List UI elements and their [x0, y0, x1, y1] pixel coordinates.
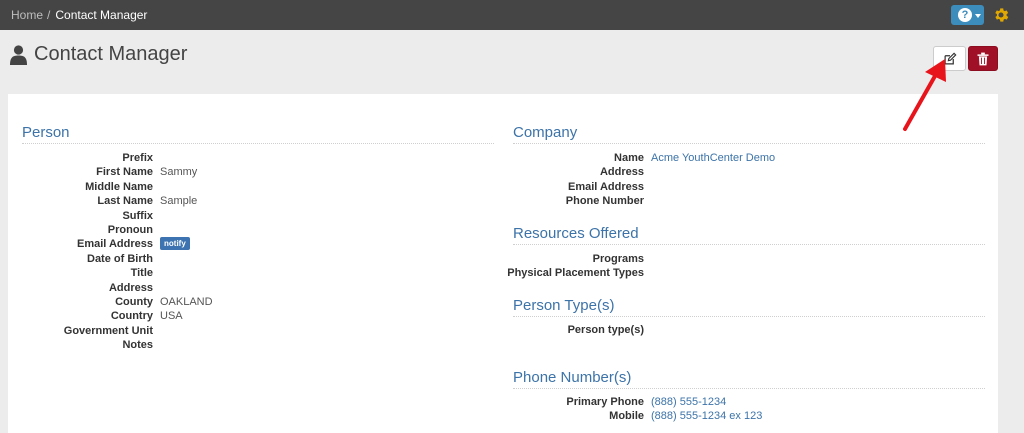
field-value: USA	[160, 310, 183, 323]
breadcrumb-home-link[interactable]: Home	[11, 8, 43, 22]
field-value: notify	[160, 237, 190, 251]
resources-section-title: Resources Offered	[513, 225, 639, 242]
field-value[interactable]: (888) 555-1234	[651, 395, 726, 409]
field-value: OAKLAND	[160, 296, 213, 308]
breadcrumb-current: Contact Manager	[55, 8, 148, 22]
field-label: Physical Placement Types	[507, 267, 644, 280]
field-row: County OAKLAND	[0, 295, 1024, 309]
field-label: Country	[110, 310, 153, 323]
breadcrumb-separator: /	[47, 8, 51, 22]
field-row: Person type(s)	[0, 323, 1024, 337]
field-row: Primary Phone (888) 555-1234	[0, 395, 1024, 409]
field-value[interactable]: (888) 555-1234 ex 123	[651, 409, 762, 423]
person-types-section-divider	[513, 316, 985, 317]
gear-icon[interactable]	[992, 6, 1010, 24]
phones-section-title: Phone Number(s)	[513, 369, 632, 386]
delete-button[interactable]	[968, 46, 998, 71]
edit-icon	[944, 52, 956, 64]
field-label: Person type(s)	[567, 324, 644, 336]
field-label: Name	[614, 152, 644, 164]
company-section-divider	[513, 143, 985, 144]
field-label: Address	[599, 166, 644, 179]
page-title: Contact Manager	[34, 43, 188, 65]
resources-section-divider	[513, 244, 985, 245]
help-dropdown-button[interactable]: ?	[951, 5, 984, 25]
field-row: Name Acme YouthCenter Demo	[0, 151, 1024, 165]
person-icon	[10, 45, 27, 65]
field-row: Pronoun	[0, 223, 1024, 237]
caret-down-icon	[975, 14, 981, 18]
top-navbar: Home / Contact Manager ?	[0, 0, 1024, 30]
field-label: Address	[108, 281, 153, 294]
field-label: Programs	[592, 253, 644, 265]
field-row: Phone Number	[0, 194, 1024, 208]
field-row: Address	[0, 165, 1024, 179]
field-row: Suffix	[0, 209, 1024, 223]
field-label: Pronoun	[107, 224, 153, 236]
field-label: County	[115, 296, 153, 308]
field-label: Mobile	[609, 410, 644, 423]
person-section-title: Person	[22, 124, 70, 141]
field-label: Primary Phone	[566, 396, 644, 408]
field-value[interactable]: Acme YouthCenter Demo	[651, 151, 775, 165]
field-label: Suffix	[122, 209, 153, 222]
edit-button[interactable]	[933, 46, 966, 71]
field-row: Email Address	[0, 180, 1024, 194]
phones-section-divider	[513, 388, 985, 389]
person-types-section-title: Person Type(s)	[513, 297, 615, 314]
company-section-title: Company	[513, 124, 578, 141]
field-label: Notes	[122, 339, 153, 352]
field-label: Email Address	[76, 238, 153, 251]
field-label: Email Address	[567, 180, 644, 193]
question-circle-icon: ?	[958, 8, 972, 22]
trash-icon	[977, 52, 989, 65]
person-section-divider	[22, 143, 494, 144]
field-row: Notes	[0, 338, 1024, 352]
field-row: Physical Placement Types	[0, 266, 1024, 280]
field-row: Mobile (888) 555-1234 ex 123	[0, 409, 1024, 423]
field-row: Address	[0, 281, 1024, 295]
notify-badge[interactable]: notify	[160, 237, 190, 251]
breadcrumb: Home / Contact Manager	[11, 0, 147, 30]
field-label: Phone Number	[565, 195, 644, 208]
field-row: Programs	[0, 252, 1024, 266]
